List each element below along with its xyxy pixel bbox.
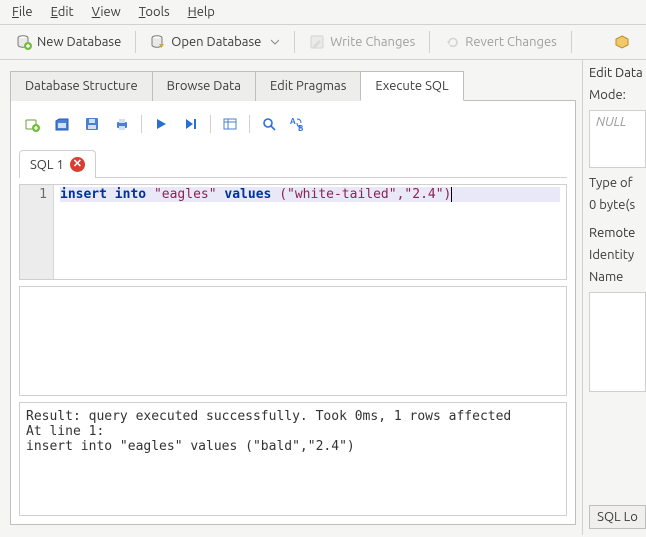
open-sql-button[interactable] bbox=[51, 113, 73, 135]
save-sql-button[interactable] bbox=[81, 113, 103, 135]
open-database-label: Open Database bbox=[171, 35, 261, 49]
iconbar-separator bbox=[249, 115, 250, 133]
open-database-icon bbox=[150, 34, 166, 50]
editor-gutter: 1 bbox=[20, 185, 54, 279]
menu-edit[interactable]: Edit bbox=[51, 5, 74, 19]
execute-line-button[interactable] bbox=[180, 113, 202, 135]
toolbar-separator bbox=[429, 31, 430, 53]
main-toolbar: New Database Open Database Write Changes… bbox=[0, 25, 646, 60]
execute-all-button[interactable] bbox=[150, 113, 172, 135]
new-database-icon bbox=[16, 34, 32, 50]
name-label: Name bbox=[589, 270, 646, 284]
sql-tab-1[interactable]: SQL 1 ✕ bbox=[19, 150, 96, 178]
find-button[interactable] bbox=[258, 113, 280, 135]
revert-changes-button: Revert Changes bbox=[438, 31, 563, 53]
tab-browse-data[interactable]: Browse Data bbox=[152, 71, 256, 101]
toolbar-separator bbox=[571, 31, 572, 53]
remote-title: Remote bbox=[589, 226, 646, 240]
sql-tab-label: SQL 1 bbox=[30, 158, 64, 172]
toolbar-separator bbox=[135, 31, 136, 53]
write-changes-label: Write Changes bbox=[330, 35, 415, 49]
new-tab-button[interactable] bbox=[21, 113, 43, 135]
editor-code[interactable]: insert into "eagles" values ("white-tail… bbox=[54, 185, 566, 279]
cube-icon bbox=[614, 34, 630, 50]
results-grid[interactable] bbox=[19, 286, 567, 396]
side-panel: Edit Data Mode: NULL Type of 0 byte(s Re… bbox=[582, 60, 646, 535]
execute-sql-panel: AB SQL 1 ✕ 1 insert into "eagles" values… bbox=[10, 101, 576, 525]
print-button[interactable] bbox=[111, 113, 133, 135]
tab-execute-sql[interactable]: Execute SQL bbox=[360, 71, 463, 101]
identity-label: Identity bbox=[589, 248, 646, 262]
svg-text:B: B bbox=[298, 124, 303, 132]
save-results-button[interactable] bbox=[219, 113, 241, 135]
new-database-label: New Database bbox=[37, 35, 121, 49]
new-database-button[interactable]: New Database bbox=[10, 31, 127, 53]
dropdown-arrow-icon[interactable] bbox=[270, 34, 280, 50]
write-changes-button: Write Changes bbox=[303, 31, 421, 53]
write-changes-icon bbox=[309, 34, 325, 50]
toolbar-separator bbox=[294, 31, 295, 53]
tab-database-structure[interactable]: Database Structure bbox=[10, 71, 153, 101]
edit-cell-title: Edit Data bbox=[589, 66, 646, 80]
sql-tab-row: SQL 1 ✕ bbox=[19, 149, 567, 178]
iconbar-separator bbox=[210, 115, 211, 133]
sql-editor[interactable]: 1 insert into "eagles" values ("white-ta… bbox=[19, 184, 567, 280]
tab-edit-pragmas[interactable]: Edit Pragmas bbox=[255, 71, 361, 101]
left-pane: Database Structure Browse Data Edit Prag… bbox=[0, 60, 582, 535]
toolbar-extra-button[interactable] bbox=[608, 31, 636, 53]
revert-changes-icon bbox=[444, 34, 460, 50]
cell-editor[interactable]: NULL bbox=[589, 110, 646, 168]
menu-file[interactable]: Filedocument.currentScript.previousEleme… bbox=[12, 5, 33, 19]
main-tabs: Database Structure Browse Data Edit Prag… bbox=[10, 70, 576, 101]
size-label: 0 byte(s bbox=[589, 198, 646, 212]
open-database-button[interactable]: Open Database bbox=[144, 31, 286, 53]
menu-help[interactable]: Help bbox=[188, 5, 215, 19]
svg-text:A: A bbox=[290, 117, 296, 126]
menu-view[interactable]: View bbox=[92, 5, 121, 19]
revert-changes-label: Revert Changes bbox=[465, 35, 557, 49]
sql-log-button[interactable]: SQL Lo bbox=[589, 505, 646, 529]
sql-toolbar: AB bbox=[19, 109, 567, 143]
menubar: Filedocument.currentScript.previousEleme… bbox=[0, 0, 646, 25]
identity-list[interactable] bbox=[589, 292, 646, 392]
menu-tools[interactable]: Tools bbox=[139, 5, 170, 19]
close-tab-icon[interactable]: ✕ bbox=[70, 157, 85, 172]
iconbar-separator bbox=[141, 115, 142, 133]
result-log[interactable]: Result: query executed successfully. Too… bbox=[19, 402, 567, 516]
type-label: Type of bbox=[589, 176, 646, 190]
mode-label: Mode: bbox=[589, 88, 646, 102]
find-replace-button[interactable]: AB bbox=[288, 113, 310, 135]
